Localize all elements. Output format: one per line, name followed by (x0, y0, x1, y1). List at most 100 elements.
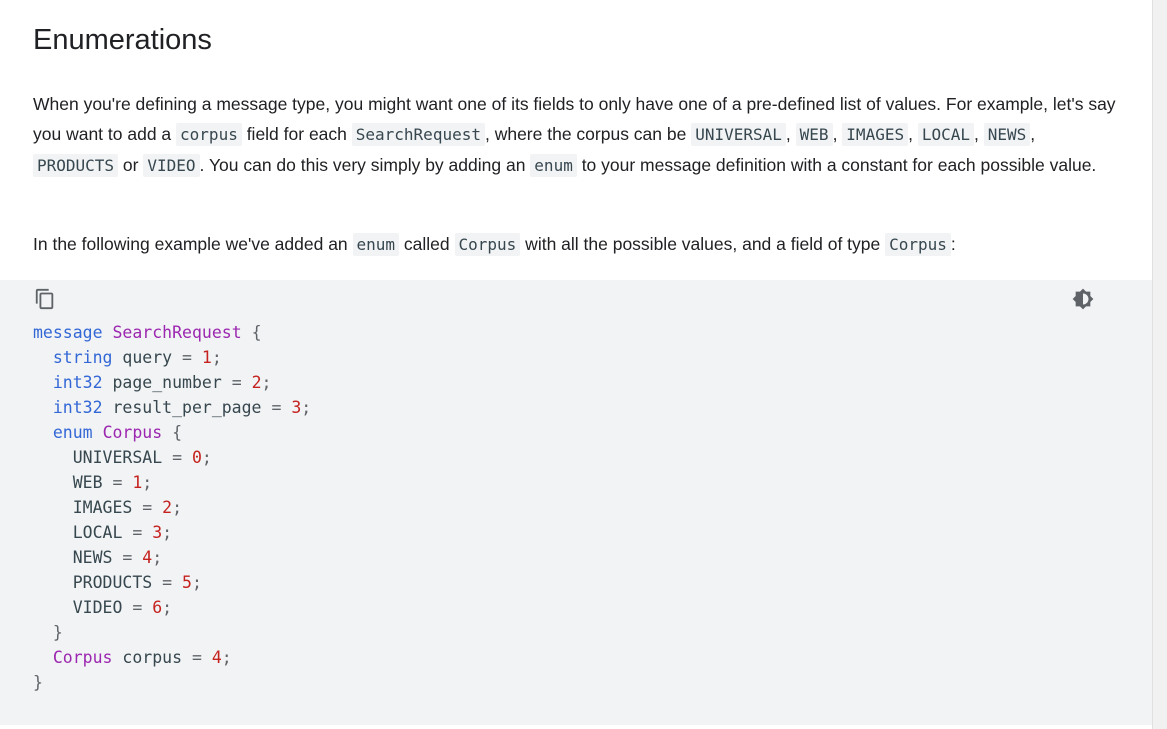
text: , (1030, 124, 1036, 144)
inline-code: corpus (176, 123, 242, 146)
code-token: = (182, 348, 192, 367)
code-token: int32 (52, 398, 103, 417)
code-token: 3 (291, 398, 302, 417)
vertical-scrollbar[interactable] (1152, 0, 1167, 729)
text: , (908, 124, 918, 144)
code-token: Corpus (52, 648, 113, 667)
code-token: ; (172, 498, 183, 517)
text: with all the possible values, and a fiel… (520, 234, 886, 254)
text: . You can do this very simply by adding … (199, 155, 531, 175)
dark-mode-toggle-button[interactable] (1072, 288, 1094, 310)
inline-code: NEWS (983, 123, 1031, 146)
code-token: = (132, 523, 143, 542)
code-line: int32 result_per_page = 3; (33, 395, 311, 420)
code-line: message SearchRequest { (33, 320, 311, 345)
code-token: Corpus (102, 423, 163, 442)
inline-code: SearchRequest (351, 123, 485, 146)
code-listing[interactable]: message SearchRequest { string query = 1… (33, 320, 311, 695)
text: : (950, 234, 956, 254)
code-line: } (33, 620, 311, 645)
copy-code-button[interactable] (34, 288, 56, 310)
code-line: UNIVERSAL = 0; (33, 445, 311, 470)
code-token: } (52, 623, 63, 642)
code-token: 6 (152, 598, 163, 617)
code-token: ; (261, 373, 272, 392)
code-token: page_number (102, 373, 232, 392)
code-token: 0 (191, 448, 202, 467)
code-token: PRODUCTS (33, 573, 163, 592)
code-token: = (231, 373, 242, 392)
code-token: IMAGES (33, 498, 143, 517)
text: called (399, 234, 455, 254)
text: field for each (241, 124, 352, 144)
code-line: enum Corpus { (33, 420, 311, 445)
code-token: NEWS (33, 548, 123, 567)
code-token: 4 (211, 648, 222, 667)
text: In the following example we've added an (33, 234, 353, 254)
code-token: 5 (182, 573, 192, 592)
code-token: ; (211, 348, 222, 367)
dark-mode-toggle-icon (1072, 288, 1094, 310)
code-token: 1 (201, 348, 212, 367)
code-token: ; (162, 523, 173, 542)
code-line: NEWS = 4; (33, 545, 311, 570)
text: , (832, 124, 843, 144)
code-token: 4 (142, 548, 153, 567)
enum-intro-paragraph: When you're defining a message type, you… (33, 89, 1123, 181)
code-token: = (142, 498, 153, 517)
inline-code: LOCAL (917, 123, 974, 146)
code-token: VIDEO (33, 598, 133, 617)
code-token: = (112, 473, 123, 492)
code-token: ; (191, 573, 202, 592)
inline-code: WEB (795, 123, 833, 146)
code-line: string query = 1; (33, 345, 311, 370)
code-line: IMAGES = 2; (33, 495, 311, 520)
code-token: ; (142, 473, 153, 492)
code-token: corpus (112, 648, 192, 667)
code-token: ; (162, 598, 173, 617)
code-token: } (33, 673, 43, 692)
code-token: 2 (162, 498, 173, 517)
code-token: SearchRequest (112, 323, 242, 342)
code-token: = (162, 573, 173, 592)
code-token: = (122, 548, 133, 567)
code-line: int32 page_number = 2; (33, 370, 311, 395)
inline-code: Corpus (454, 233, 521, 256)
code-token: 2 (251, 373, 262, 392)
copy-icon (35, 288, 54, 310)
code-token: message (33, 323, 103, 342)
inline-code: enum (352, 233, 400, 256)
text: or (118, 155, 144, 175)
code-token: = (191, 648, 202, 667)
code-token: LOCAL (33, 523, 133, 542)
code-token: enum (52, 423, 93, 442)
code-token: query (112, 348, 183, 367)
code-line: } (33, 670, 311, 695)
inline-code: VIDEO (143, 154, 200, 177)
code-token: ; (301, 398, 312, 417)
code-line: Corpus corpus = 4; (33, 645, 311, 670)
code-token: { (172, 423, 183, 442)
code-token: = (132, 598, 143, 617)
text: , (785, 124, 796, 144)
inline-code: UNIVERSAL (691, 123, 786, 146)
code-token: { (251, 323, 262, 342)
code-line: WEB = 1; (33, 470, 311, 495)
code-token: WEB (33, 473, 113, 492)
code-token: ; (152, 548, 163, 567)
code-line: PRODUCTS = 5; (33, 570, 311, 595)
text: to your message definition with a consta… (576, 155, 1097, 175)
code-token: 3 (152, 523, 163, 542)
